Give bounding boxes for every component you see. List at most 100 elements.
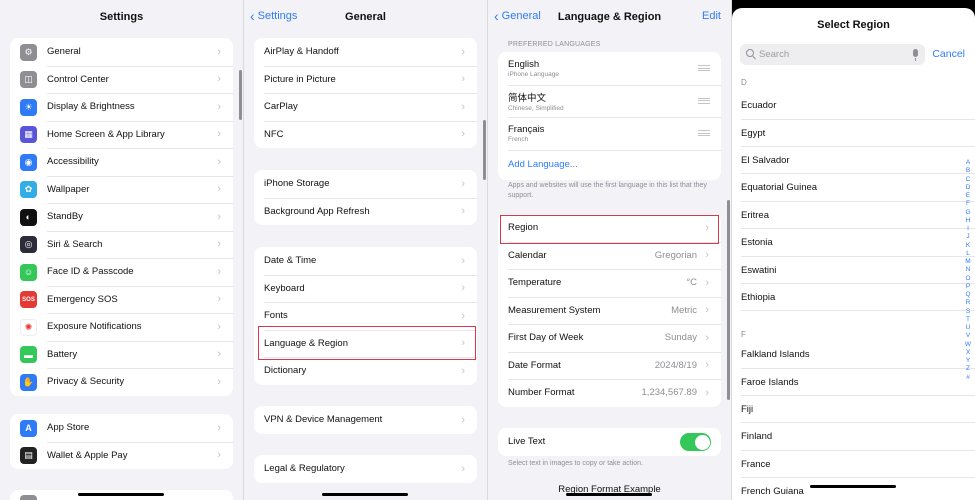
index-letter[interactable]: G — [965, 209, 970, 217]
settings-item-privacy-security[interactable]: ✋ Privacy & Security › — [10, 368, 233, 396]
region-name: Egypt — [741, 127, 766, 139]
index-letter[interactable]: J — [966, 233, 969, 241]
language-setting-temperature[interactable]: Temperature °C › — [498, 269, 721, 297]
language-setting-first-day-of-week[interactable]: First Day of Week Sunday › — [498, 324, 721, 352]
index-letter[interactable]: K — [966, 242, 970, 250]
index-letter[interactable]: M — [965, 258, 970, 266]
region-item-ecuador[interactable]: Ecuador — [741, 92, 975, 120]
index-letter[interactable]: O — [965, 275, 970, 283]
index-letter[interactable]: U — [966, 324, 971, 332]
back-to-general-button[interactable]: ‹ General — [494, 9, 541, 23]
settings-item-general[interactable]: ⚙ General › — [10, 38, 233, 66]
language-item[interactable]: Français French — [498, 117, 721, 150]
index-letter[interactable]: L — [966, 250, 970, 258]
region-item-eswatini[interactable]: Eswatini — [741, 256, 975, 284]
search-input[interactable]: Search — [740, 44, 925, 65]
language-setting-calendar[interactable]: Calendar Gregorian › — [498, 241, 721, 270]
hand-icon: ✋ — [20, 373, 37, 391]
region-item-el-salvador[interactable]: El Salvador — [741, 147, 975, 175]
language-setting-measurement-system[interactable]: Measurement System Metric › — [498, 296, 721, 325]
general-item-picture-in-picture[interactable]: Picture in Picture › — [254, 65, 477, 94]
general-item-carplay[interactable]: CarPlay › — [254, 93, 477, 121]
general-scrollbar[interactable] — [483, 120, 486, 180]
region-item-eritrea[interactable]: Eritrea — [741, 202, 975, 230]
general-item-vpn-device-management[interactable]: VPN & Device Management › — [254, 406, 477, 434]
general-item-airplay-handoff[interactable]: AirPlay & Handoff › — [254, 38, 477, 66]
index-letter[interactable]: S — [966, 308, 970, 316]
settings-item-label: Wallet & Apple Pay — [47, 449, 128, 461]
region-item-egypt[interactable]: Egypt — [741, 119, 975, 147]
live-text-label: Live Text — [508, 436, 546, 448]
index-letter[interactable]: Q — [965, 291, 970, 299]
region-item-equatorial-guinea[interactable]: Equatorial Guinea — [741, 174, 975, 202]
settings-item-wallpaper[interactable]: ✿ Wallpaper › — [10, 175, 233, 204]
language-item[interactable]: 简体中文 Chinese, Simplified — [498, 84, 721, 118]
region-item-french-guiana[interactable]: French Guiana — [741, 478, 961, 500]
index-letter[interactable]: T — [966, 316, 970, 324]
index-letter[interactable]: H — [966, 217, 971, 225]
index-letter[interactable]: E — [966, 192, 970, 200]
settings-item-control-center[interactable]: ◫ Control Center › — [10, 65, 233, 94]
region-item-fiji[interactable]: Fiji — [741, 396, 975, 424]
general-item-date-time[interactable]: Date & Time › — [254, 247, 477, 275]
index-letter[interactable]: X — [966, 349, 970, 357]
language-item[interactable]: English iPhone Language — [498, 52, 721, 85]
index-letter[interactable]: P — [966, 283, 970, 291]
index-letter[interactable]: N — [966, 266, 971, 274]
general-item-keyboard[interactable]: Keyboard › — [254, 274, 477, 303]
index-letter[interactable]: D — [966, 184, 971, 192]
region-item-faroe-islands[interactable]: Faroe Islands — [741, 368, 975, 396]
general-item-legal-regulatory[interactable]: Legal & Regulatory › — [254, 455, 477, 483]
index-letter[interactable]: C — [966, 176, 971, 184]
index-letter[interactable]: V — [966, 332, 970, 340]
back-to-settings-button[interactable]: ‹ Settings — [250, 9, 297, 23]
region-item-france[interactable]: France — [741, 451, 975, 479]
language-setting-date-format[interactable]: Date Format 2024/8/19 › — [498, 351, 721, 380]
settings-item-face-id-passcode[interactable]: ☺ Face ID & Passcode › — [10, 258, 233, 286]
index-letter[interactable]: I — [967, 225, 969, 233]
index-letter[interactable]: B — [966, 167, 970, 175]
index-letter[interactable]: Y — [966, 357, 970, 365]
region-item-finland[interactable]: Finland — [741, 423, 975, 451]
region-item-estonia[interactable]: Estonia — [741, 229, 975, 257]
language-scrollbar[interactable] — [727, 200, 730, 400]
add-language-button[interactable]: Add Language... — [498, 149, 721, 180]
index-letter[interactable]: A — [966, 159, 970, 167]
alphabet-index[interactable]: A B C D E F G H I J K L M N O P Q R S T U V W X Y Z # — [964, 159, 972, 382]
settings-item-standby[interactable]: ◐ StandBy › — [10, 203, 233, 231]
settings-item-emergency-sos[interactable]: SOS Emergency SOS › — [10, 285, 233, 314]
index-letter[interactable]: R — [966, 299, 971, 307]
settings-item-display-brightness[interactable]: ☀ Display & Brightness › — [10, 93, 233, 121]
settings-item-app-store[interactable]: A App Store › — [10, 414, 233, 442]
index-letter[interactable]: F — [966, 200, 970, 208]
microphone-icon[interactable] — [913, 49, 918, 61]
general-item-dictionary[interactable]: Dictionary › — [254, 357, 477, 385]
settings-scrollbar[interactable] — [239, 70, 242, 120]
reorder-handle-icon[interactable] — [698, 65, 710, 71]
face-id-icon: ☺ — [20, 263, 37, 281]
general-item-background-app-refresh[interactable]: Background App Refresh › — [254, 197, 477, 226]
language-region-title: Language & Region — [557, 10, 662, 23]
language-setting-number-format[interactable]: Number Format 1,234,567.89 › — [498, 379, 721, 407]
chevron-right-icon: › — [461, 177, 465, 190]
cancel-button[interactable]: Cancel — [932, 48, 965, 60]
general-item-iphone-storage[interactable]: iPhone Storage › — [254, 170, 477, 198]
settings-item-siri-search[interactable]: ◎ Siri & Search › — [10, 230, 233, 259]
region-item-falkland-islands[interactable]: Falkland Islands — [741, 341, 975, 369]
reorder-handle-icon[interactable] — [698, 130, 710, 136]
index-letter[interactable]: W — [965, 341, 971, 349]
live-text-toggle[interactable] — [680, 433, 711, 451]
settings-item-home-screen-app-library[interactable]: ▦ Home Screen & App Library › — [10, 120, 233, 149]
settings-item-accessibility[interactable]: ◉ Accessibility › — [10, 148, 233, 176]
index-letter[interactable]: Z — [966, 365, 970, 373]
settings-item-wallet-apple-pay[interactable]: ▤ Wallet & Apple Pay › — [10, 441, 233, 470]
general-item-nfc[interactable]: NFC › — [254, 120, 477, 149]
reorder-handle-icon[interactable] — [698, 97, 710, 104]
region-item-ethiopia[interactable]: Ethiopia — [741, 284, 975, 312]
chevron-right-icon: › — [461, 205, 465, 218]
general-group-legal: Legal & Regulatory › — [254, 455, 477, 483]
settings-item-exposure-notifications[interactable]: ✺ Exposure Notifications › — [10, 313, 233, 341]
index-letter[interactable]: # — [966, 374, 970, 382]
edit-button[interactable]: Edit — [702, 10, 721, 22]
settings-item-battery[interactable]: ▬ Battery › — [10, 340, 233, 369]
